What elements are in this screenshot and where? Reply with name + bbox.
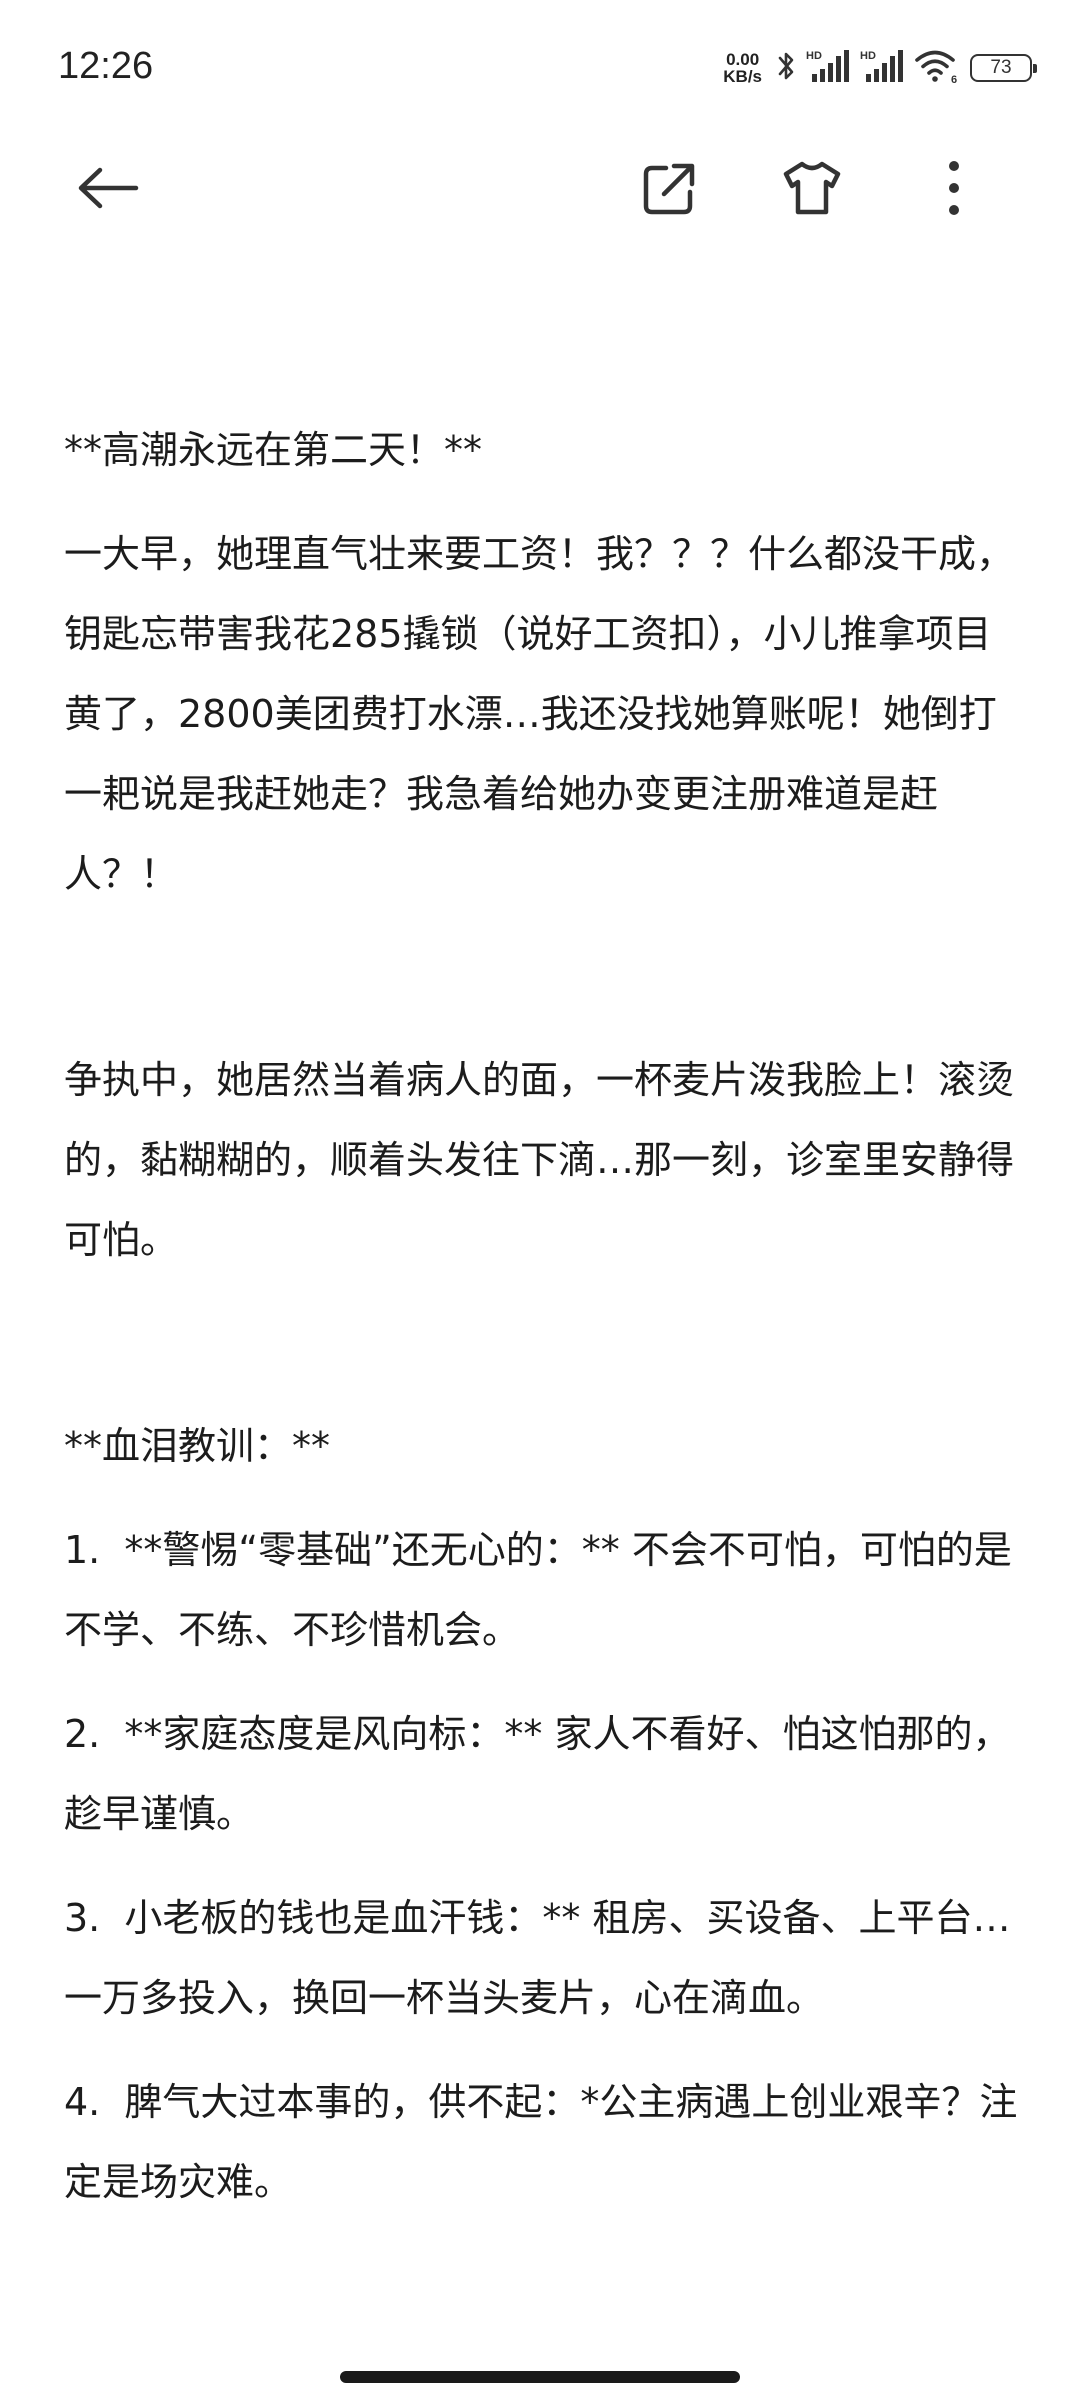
article-heading: **高潮永远在第二天！** <box>64 428 483 472</box>
status-bar: 12:26 0.00 KB/s HD HD 6 73 <box>0 0 1080 130</box>
signal-2-label: HD <box>860 50 876 62</box>
signal-strength-icon-sim1: HD <box>806 48 850 88</box>
lesson-item: 4. 脾气大过本事的，供不起：*公主病遇上创业艰辛？注定是场灾难。 <box>64 2080 1018 2204</box>
more-vertical-icon <box>948 160 960 220</box>
status-icons: 0.00 KB/s HD HD 6 73 <box>723 46 1037 90</box>
network-speed-value: 0.00 <box>726 50 760 69</box>
top-toolbar <box>0 130 1080 250</box>
more-options-button[interactable] <box>904 130 1004 250</box>
status-time: 12:26 <box>58 45 154 87</box>
lesson-item: 3. 小老板的钱也是血汗钱：** 租房、买设备、上平台…一万多投入，换回一杯当头… <box>64 1896 1011 2020</box>
home-indicator-bar[interactable] <box>340 2371 740 2383</box>
battery-level: 73 <box>990 57 1012 78</box>
article-paragraph: 一大早，她理直气壮来要工资！我？？？什么都没干成，钥匙忘带害我花285撬锁（说好… <box>64 532 1015 896</box>
back-button[interactable] <box>58 130 158 250</box>
wifi-label: 6 <box>951 74 957 84</box>
share-icon <box>642 160 698 220</box>
lesson-item: 2. **家庭态度是风向标：** 家人不看好、怕这怕那的，趁早谨慎。 <box>64 1712 1011 1836</box>
article-body: **高潮永远在第二天！** 一大早，她理直气壮来要工资！我？？？什么都没干成，钥… <box>64 410 1024 2222</box>
lesson-item: 1. **警惕“零基础”还无心的：** 不会不可怕，可怕的是不学、不练、不珍惜机… <box>64 1528 1012 1652</box>
network-speed-indicator: 0.00 KB/s <box>723 51 762 85</box>
article-subheading: **血泪教训：** <box>64 1424 331 1468</box>
theme-button[interactable] <box>762 130 862 250</box>
theme-shirt-icon <box>782 160 842 220</box>
wifi-icon: 6 <box>914 48 960 88</box>
share-button[interactable] <box>620 130 720 250</box>
network-speed-unit: KB/s <box>723 67 762 86</box>
battery-icon: 73 <box>970 54 1037 82</box>
bluetooth-icon <box>776 49 796 87</box>
back-arrow-icon <box>76 166 140 214</box>
signal-1-label: HD <box>806 50 822 62</box>
article-paragraph: 争执中，她居然当着病人的面，一杯麦片泼我脸上！滚烫的，黏糊糊的，顺着头发往下滴…… <box>64 1058 1015 1262</box>
signal-strength-icon-sim2: HD <box>860 48 904 88</box>
